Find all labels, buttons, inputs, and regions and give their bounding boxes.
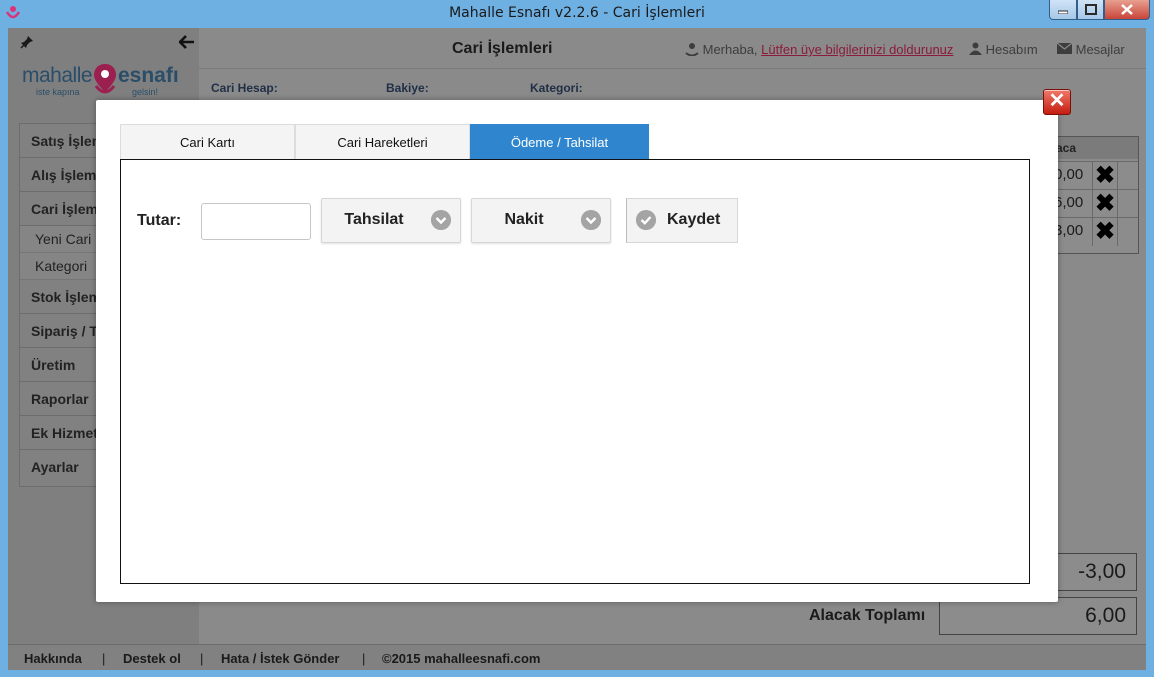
table-header-receivable: aca	[1054, 137, 1138, 159]
title-bar: Mahalle Esnafı v2.2.6 - Cari İşlemleri	[0, 0, 1154, 26]
save-label: Kaydet	[667, 211, 721, 228]
messages-link[interactable]: Mesajlar	[1056, 42, 1125, 57]
close-icon	[1121, 4, 1133, 15]
footer-separator: |	[200, 651, 204, 666]
logo-slogan-2: gelsin!	[132, 87, 159, 97]
receivable-total-label: Alacak Toplamı	[809, 607, 926, 624]
footer-about-link[interactable]: Hakkında	[24, 651, 82, 666]
account-filter-label: Cari Hesap:	[211, 81, 278, 95]
transaction-type-value: Tahsilat	[344, 211, 404, 228]
row-value: 3,00	[1054, 222, 1084, 239]
category-filter-label: Kategori:	[530, 81, 583, 95]
tab-payment-collection[interactable]: Ödeme / Tahsilat	[470, 124, 649, 159]
transaction-type-select[interactable]: Tahsilat	[321, 198, 461, 243]
close-icon: ✕	[1048, 90, 1066, 112]
maximize-button[interactable]	[1077, 0, 1104, 20]
profile-incomplete-link[interactable]: Lütfen üye bilgilerinizi doldurunuz	[761, 42, 953, 57]
payment-method-value: Nakit	[504, 211, 544, 228]
envelope-icon	[1056, 42, 1073, 54]
collapse-arrow-icon[interactable]	[179, 35, 195, 49]
footer-feedback-link[interactable]: Hata / İstek Gönder	[221, 651, 339, 666]
footer-support-link[interactable]: Destek ol	[123, 651, 181, 666]
payment-method-select[interactable]: Nakit	[471, 198, 611, 243]
delete-row-icon[interactable]: ✖	[1092, 162, 1118, 190]
logo-word-2: esnafı	[118, 64, 179, 87]
payment-panel: Tutar: Tahsilat Nakit Kaydet	[120, 159, 1030, 584]
amount-input[interactable]	[201, 203, 311, 240]
delete-row-icon[interactable]: ✖	[1092, 190, 1118, 218]
payment-modal: Cari Kartı Cari Hareketleri Ödeme / Tahs…	[96, 100, 1058, 602]
delete-row-icon[interactable]: ✖	[1092, 218, 1118, 246]
footer: Hakkında | Destek ol | Hata / İstek Gönd…	[8, 644, 1146, 670]
greeting-text: Merhaba,	[702, 42, 758, 57]
transactions-table: aca 0,00 ✖ 6,00 ✖ 3,00 ✖	[1053, 136, 1139, 254]
logo-slogan-1: iste kapına	[36, 87, 80, 97]
minimize-button[interactable]	[1049, 0, 1077, 20]
greeting: Merhaba, Lütfen üye bilgilerinizi doldur…	[685, 42, 953, 57]
tab-account-movements[interactable]: Cari Hareketleri	[295, 124, 470, 159]
check-icon	[636, 210, 656, 230]
tab-account-card[interactable]: Cari Kartı	[120, 124, 295, 159]
page-title: Cari İşlemleri	[452, 40, 553, 57]
footer-separator: |	[102, 651, 106, 666]
messages-label: Mesajlar	[1075, 42, 1125, 57]
row-value: 0,00	[1054, 166, 1084, 183]
chevron-down-icon	[581, 210, 601, 230]
amount-label: Tutar:	[137, 212, 182, 229]
user-icon	[969, 42, 982, 55]
account-link[interactable]: Hesabım	[969, 42, 1038, 57]
table-row: 3,00 ✖	[1054, 217, 1138, 246]
chevron-down-icon	[431, 210, 451, 230]
header-divider	[199, 68, 1146, 69]
save-button[interactable]: Kaydet	[626, 198, 738, 243]
footer-copyright: ©2015 mahalleesnafi.com	[382, 651, 541, 666]
window-close-button[interactable]	[1104, 0, 1150, 20]
restore-icon	[1084, 4, 1097, 15]
row-value: 6,00	[1054, 194, 1084, 211]
application-window: Mahalle Esnafı v2.2.6 - Cari İşlemleri m…	[0, 0, 1154, 677]
logo: mahalle esnafı iste kapına gelsin!	[22, 60, 182, 102]
receivable-total-box: 6,00	[939, 597, 1137, 635]
user-pin-icon	[685, 43, 699, 57]
window-title: Mahalle Esnafı v2.2.6 - Cari İşlemleri	[449, 5, 705, 21]
logo-pin-icon	[94, 64, 116, 94]
logo-word-1: mahalle	[22, 64, 93, 87]
pin-icon[interactable]	[20, 35, 34, 49]
modal-close-button[interactable]: ✕	[1043, 89, 1071, 115]
footer-separator: |	[362, 651, 366, 666]
table-row: 6,00 ✖	[1054, 189, 1138, 218]
balance-filter-label: Bakiye:	[386, 81, 429, 95]
table-row: 0,00 ✖	[1054, 161, 1138, 190]
minimize-icon	[1058, 10, 1068, 14]
account-label: Hesabım	[985, 42, 1038, 57]
